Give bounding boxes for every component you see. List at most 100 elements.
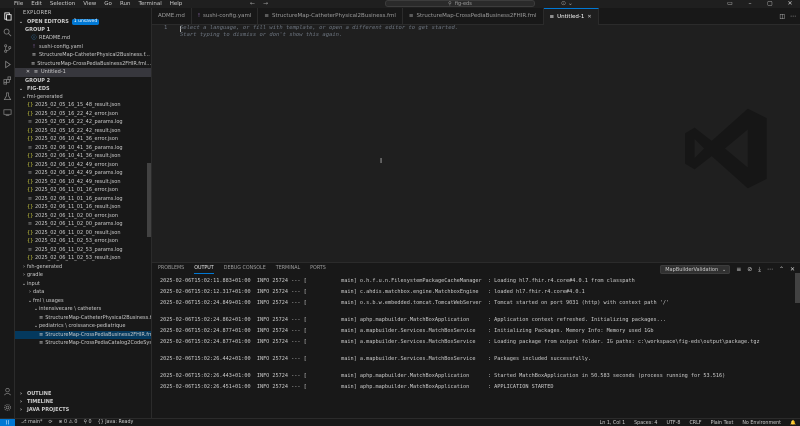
list-item[interactable]: {} 2025_02_06_10_41_36_result.json [15, 152, 151, 161]
manage-gear-icon[interactable] [2, 402, 13, 413]
list-item[interactable]: {} 2025_02_06_11_02_53_result.json [15, 254, 151, 263]
folder-data[interactable]: › data [15, 288, 151, 297]
folder-pediatrics[interactable]: ⌄ pediatrics \ croissance-pediatrique [15, 322, 151, 331]
menu-view[interactable]: View [83, 1, 96, 7]
ports-count[interactable]: ⚲ 0 [83, 420, 91, 425]
filter-icon[interactable]: ≡ [736, 266, 741, 273]
layout-icon[interactable]: ▭ [720, 0, 740, 7]
editor-area[interactable]: 1 Select a language, or fill with templa… [152, 25, 800, 262]
java-status[interactable]: {} Java: Ready [98, 420, 134, 425]
panel-tab-ports[interactable]: PORTS [310, 266, 326, 274]
source-control-icon[interactable] [2, 43, 13, 54]
cursor-position[interactable]: Ln 1, Col 1 [600, 421, 626, 426]
explorer-icon[interactable] [2, 11, 13, 22]
encoding[interactable]: UTF-8 [666, 421, 680, 426]
folder-fml-usages[interactable]: ⌄ fml \ usages [15, 297, 151, 306]
clear-output-icon[interactable]: ⊘ [747, 266, 752, 273]
command-center-search[interactable]: ⚲ fig-eds [385, 0, 535, 7]
menu-run[interactable]: Run [120, 1, 131, 7]
forward-arrow-icon[interactable]: → [263, 0, 268, 7]
group-2-header[interactable]: GROUP 2 [15, 77, 151, 85]
tab-crosspedia-fml[interactable]: ≡ StructureMap-CrossPediaBusiness2FHIR.f… [403, 8, 544, 25]
tab-readme[interactable]: ADME.md [152, 8, 192, 25]
sidebar-scrollbar[interactable] [147, 163, 151, 237]
timeline-section[interactable]: › TIMELINE [15, 398, 151, 406]
split-editor-icon[interactable]: ◫ [779, 13, 785, 20]
list-item[interactable]: {} 2025_02_06_11_01_16_result.json [15, 203, 151, 212]
close-icon[interactable]: ✕ [587, 9, 591, 26]
close-window-icon[interactable]: ✕ [780, 0, 800, 7]
sync-icon[interactable]: ⟳ [48, 420, 52, 425]
panel-tab-debug-console[interactable]: DEBUG CONSOLE [224, 266, 266, 274]
line-endings[interactable]: CRLF [689, 421, 701, 426]
list-item[interactable]: {} 2025_02_05_16_22_42_result.json [15, 127, 151, 136]
list-item[interactable]: {} 2025_02_06_11_01_16_error.json [15, 186, 151, 195]
project-section[interactable]: ⌄ FIG-EDS [15, 85, 151, 93]
panel-tab-terminal[interactable]: TERMINAL [276, 266, 300, 274]
menu-go[interactable]: Go [104, 1, 112, 7]
folder-fml-generated[interactable]: ⌄ fml-generated [15, 93, 151, 102]
folder-fsh-generated[interactable]: › fsh-generated [15, 263, 151, 272]
outline-section[interactable]: › OUTLINE [15, 390, 151, 398]
back-arrow-icon[interactable]: ← [250, 0, 255, 7]
list-item[interactable]: ≡ 2025_02_06_11_02_53_params.log [15, 246, 151, 255]
open-editors-section[interactable]: ⌄ OPEN EDITORS 1 unsaved [15, 18, 151, 26]
file-crosspedia-fml[interactable]: ≡ StructureMap-CrossPediaBusiness2FHIR.f… [15, 330, 151, 339]
lock-scroll-icon[interactable]: ⤓ [758, 266, 761, 274]
folder-gradle[interactable]: › gradle [15, 271, 151, 280]
folder-input[interactable]: ⌄ input [15, 280, 151, 289]
list-item[interactable]: ≡ 2025_02_06_11_01_16_params.log [15, 195, 151, 204]
output-channel-select[interactable]: MapBuilderValidation ⌄ [660, 265, 731, 274]
group-1-header[interactable]: GROUP 1 [15, 26, 151, 34]
list-item[interactable]: {} 2025_02_06_10_42_49_result.json [15, 178, 151, 187]
maximize-panel-icon[interactable]: ⌃ [779, 266, 784, 273]
list-item[interactable]: {} 2025_02_06_10_41_36_error.json [15, 135, 151, 144]
more-actions-icon[interactable]: ⋯ [790, 13, 796, 20]
menu-help[interactable]: Help [170, 1, 183, 7]
folder-intensivecare[interactable]: ⌄ intensivecare \ catheters [15, 305, 151, 314]
list-item[interactable]: ≡ 2025_02_06_11_02_00_params.log [15, 220, 151, 229]
git-branch[interactable]: ⎇ main* [21, 420, 42, 425]
open-editor-crosspedia-fml[interactable]: ≡ StructureMap-CrossPediaBusiness2FHIR.f… [15, 60, 151, 69]
language-mode[interactable]: Plain Text [711, 421, 734, 426]
panel-tab-problems[interactable]: PROBLEMS [158, 266, 184, 274]
output-log[interactable]: 2025-02-06T15:02:11.883+01:00 INFO 25724… [160, 276, 794, 393]
extensions-icon[interactable] [2, 75, 13, 86]
list-item[interactable]: {} 2025_02_06_11_02_00_error.json [15, 212, 151, 221]
minimize-icon[interactable]: – [740, 0, 760, 7]
maximize-icon[interactable]: ▢ [760, 0, 780, 7]
run-debug-icon[interactable] [2, 59, 13, 70]
list-item[interactable]: {} 2025_02_06_10_42_49_error.json [15, 161, 151, 170]
notifications-bell-icon[interactable]: 🔔 [790, 421, 796, 426]
file-catheter-fml[interactable]: ≡ StructureMap-CatheterPhysical2Business… [15, 314, 151, 323]
testing-icon[interactable] [2, 91, 13, 102]
open-editor-untitled[interactable]: ✕ ≡ Untitled-1 [15, 68, 151, 77]
indentation[interactable]: Spaces: 4 [634, 421, 657, 426]
editor-hint-line-2[interactable]: Start typing to dismiss or don't show th… [180, 32, 342, 39]
list-item[interactable]: {} 2025_02_05_16_22_42_error.json [15, 110, 151, 119]
environment[interactable]: No Environment [742, 421, 781, 426]
tab-untitled-1[interactable]: ≡ Untitled-1 ✕ [543, 8, 599, 26]
editor-hint-line-1[interactable]: Select a language, or fill with template… [180, 25, 458, 32]
tab-catheter-fml[interactable]: ≡ StructureMap-CatheterPhysical2Business… [258, 8, 403, 25]
problems-count[interactable]: ⊗ 0 ⚠ 0 [58, 420, 77, 425]
close-panel-icon[interactable]: ✕ [790, 266, 795, 273]
copilot-icon[interactable]: ⊙ ⌄ [561, 0, 573, 7]
panel-scrollbar[interactable] [795, 273, 800, 303]
account-icon[interactable] [2, 386, 13, 397]
file-crosspedia-catalog-fml[interactable]: ≡ StructureMap-CrossPediaCatalog2CodeSys… [15, 339, 151, 348]
java-projects-section[interactable]: › JAVA PROJECTS [15, 406, 151, 414]
remote-indicator-icon[interactable]: ⟩⟨ [0, 418, 15, 426]
more-actions-icon[interactable]: ⋯ [767, 266, 773, 273]
list-item[interactable]: {} 2025_02_06_11_02_00_result.json [15, 229, 151, 238]
list-item[interactable]: ≡ 2025_02_05_16_22_42_params.log [15, 118, 151, 127]
list-item[interactable]: ≡ 2025_02_06_10_41_36_params.log [15, 144, 151, 153]
search-view-icon[interactable] [2, 27, 13, 38]
menu-edit[interactable]: Edit [31, 1, 42, 7]
panel-tab-output[interactable]: OUTPUT [194, 266, 214, 274]
menu-selection[interactable]: Selection [50, 1, 75, 7]
close-icon[interactable]: ✕ [25, 68, 31, 77]
open-editor-sushi-config[interactable]: ! sushi-config.yaml [15, 43, 151, 52]
list-item[interactable]: ≡ 2025_02_06_10_42_49_params.log [15, 169, 151, 178]
list-item[interactable]: {} 2025_02_05_16_15_48_result.json [15, 101, 151, 110]
